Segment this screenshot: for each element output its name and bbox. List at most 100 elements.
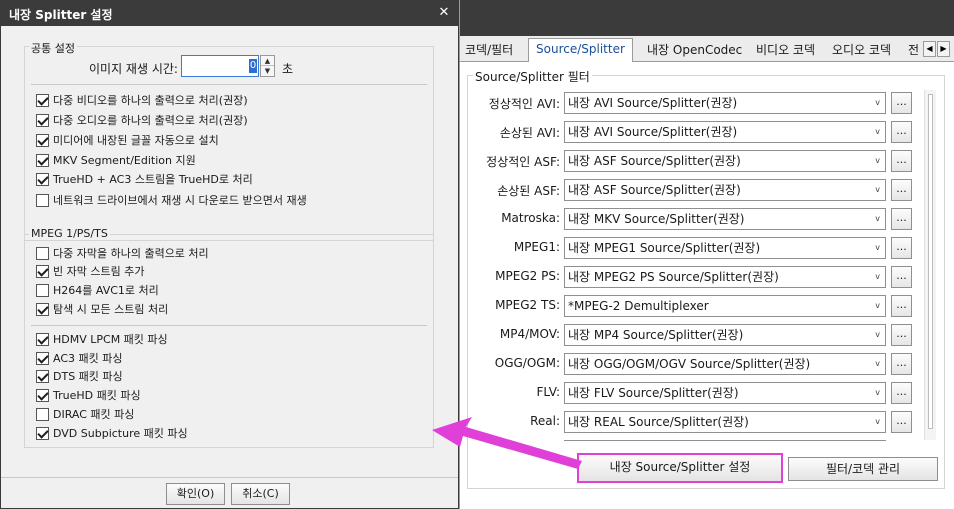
dialog-title-bar[interactable]: 내장 Splitter 설정 ✕ (1, 1, 458, 26)
more-button[interactable]: ... (891, 121, 912, 143)
annotation-arrow-icon (432, 417, 582, 469)
checkbox-truehd-parse[interactable]: TrueHD 패킷 파싱 (36, 387, 141, 403)
row-label: 정상적인 AVI: (488, 97, 560, 111)
filter-select[interactable]: 내장 OGG/OGM/OGV Source/Splitter(권장) v (564, 353, 886, 375)
more-button[interactable]: ... (891, 92, 912, 114)
spin-up-icon[interactable]: ▲ (261, 56, 274, 66)
checkbox-unchecked-icon[interactable] (36, 193, 49, 207)
vertical-scrollbar[interactable] (924, 90, 936, 440)
row-label: 정상적인 ASF: (486, 155, 560, 169)
chevron-down-icon: v (875, 417, 880, 426)
common-divider (31, 84, 427, 85)
more-button[interactable]: ... (891, 237, 912, 259)
filter-select[interactable]: 내장 AVI Source/Splitter(권장) v (564, 121, 886, 143)
checkbox-empty-subtitle[interactable]: 빈 자막 스트림 추가 (36, 263, 144, 279)
checkbox-checked-icon[interactable] (36, 351, 49, 365)
checkbox-audio-merge[interactable]: 다중 오디오를 하나의 출력으로 처리(권장) (36, 112, 248, 128)
more-button[interactable]: ... (891, 353, 912, 375)
more-button[interactable]: ... (891, 179, 912, 201)
more-button[interactable]: ... (891, 382, 912, 404)
checkbox-ac3-parse[interactable]: AC3 패킷 파싱 (36, 350, 122, 366)
chevron-down-icon: v (875, 185, 880, 194)
row-label: FLV: (536, 385, 560, 399)
checkbox-checked-icon[interactable] (36, 302, 49, 316)
dialog-footer: 확인(O) 취소(C) (1, 477, 458, 508)
checkbox-checked-icon[interactable] (36, 426, 49, 440)
more-button[interactable]: ... (891, 324, 912, 346)
checkbox-unchecked-icon[interactable] (36, 283, 49, 297)
dialog-body: 공통 설정 이미지 재생 시간: 0 ▲ ▼ 초 다중 비디오를 하나의 출력으… (1, 26, 458, 477)
tab-more[interactable]: 전 (908, 40, 919, 62)
filter-select[interactable]: 내장 ASF Source/Splitter(권장) v (564, 150, 886, 172)
tab-audio-codec[interactable]: 오디오 코덱 (832, 40, 891, 62)
scrollbar-thumb[interactable] (928, 94, 933, 429)
more-button[interactable]: ... (891, 411, 912, 433)
checkbox-truehd-ac3[interactable]: TrueHD + AC3 스트림을 TrueHD로 처리 (36, 171, 253, 187)
filter-codec-manage-button[interactable]: 필터/코덱 관리 (788, 457, 938, 481)
image-time-input[interactable]: 0 (181, 55, 259, 77)
checkbox-mkv-segment[interactable]: MKV Segment/Edition 지원 (36, 152, 196, 168)
tab-strip: 코덱/필터 Source/Splitter 내장 OpenCodec 비디오 코… (460, 36, 954, 63)
checkbox-checked-icon[interactable] (36, 332, 49, 346)
image-time-spinner[interactable]: ▲ ▼ (260, 55, 275, 77)
tab-video-codec[interactable]: 비디오 코덱 (756, 40, 815, 62)
partial-row-edge (564, 440, 886, 444)
ok-button[interactable]: 확인(O) (166, 483, 225, 505)
filter-select[interactable]: 내장 MP4 Source/Splitter(권장) v (564, 324, 886, 346)
checkbox-unchecked-icon[interactable] (36, 407, 49, 421)
checkbox-dvd-subpicture[interactable]: DVD Subpicture 패킷 파싱 (36, 425, 188, 441)
checkbox-hdmv-lpcm[interactable]: HDMV LPCM 패킷 파싱 (36, 331, 168, 347)
checkbox-install-fonts[interactable]: 미디어에 내장된 글꼴 자동으로 설치 (36, 132, 219, 148)
checkbox-checked-icon[interactable] (36, 172, 49, 186)
checkbox-subtitle-merge[interactable]: 다중 자막을 하나의 출력으로 처리 (36, 245, 209, 261)
row-label: MPEG2 PS: (495, 269, 560, 283)
checkbox-checked-icon[interactable] (36, 153, 49, 167)
checkbox-h264-avc1[interactable]: H264를 AVC1로 처리 (36, 282, 159, 298)
chevron-down-icon: v (875, 330, 880, 339)
tab-scroll-right-icon[interactable]: ▶ (937, 41, 950, 57)
checkbox-dirac-parse[interactable]: DIRAC 패킷 파싱 (36, 406, 134, 422)
chevron-down-icon: v (875, 127, 880, 136)
filter-select[interactable]: 내장 FLV Source/Splitter(권장) v (564, 382, 886, 404)
checkbox-network-download[interactable]: 네트워크 드라이브에서 재생 시 다운로드 받으면서 재생 (36, 192, 307, 208)
builtin-splitter-settings-button[interactable]: 내장 Source/Splitter 설정 (577, 453, 783, 483)
filter-select[interactable]: 내장 MPEG1 Source/Splitter(권장) v (564, 237, 886, 259)
chevron-down-icon: v (875, 388, 880, 397)
checkbox-seek-all-streams[interactable]: 탐색 시 모든 스트림 처리 (36, 301, 168, 317)
row-label: MPEG1: (513, 240, 560, 254)
checkbox-video-merge[interactable]: 다중 비디오를 하나의 출력으로 처리(권장) (36, 92, 248, 108)
checkbox-checked-icon[interactable] (36, 388, 49, 402)
row-label: OGG/OGM: (494, 356, 560, 370)
tab-source-splitter[interactable]: Source/Splitter (528, 38, 633, 63)
filter-select[interactable]: 내장 AVI Source/Splitter(권장) v (564, 92, 886, 114)
filter-select[interactable]: 내장 MKV Source/Splitter(권장) v (564, 208, 886, 230)
row-label: 손상된 ASF: (497, 184, 560, 198)
checkbox-checked-icon[interactable] (36, 93, 49, 107)
mpeg-group-label: MPEG 1/PS/TS (29, 227, 110, 240)
more-button[interactable]: ... (891, 295, 912, 317)
cancel-button[interactable]: 취소(C) (231, 483, 290, 505)
spin-down-icon[interactable]: ▼ (261, 66, 274, 76)
close-icon[interactable]: ✕ (436, 4, 452, 22)
checkbox-unchecked-icon[interactable] (36, 246, 49, 260)
filter-select[interactable]: *MPEG-2 Demultiplexer v (564, 295, 886, 317)
more-button[interactable]: ... (891, 208, 912, 230)
checkbox-checked-icon[interactable] (36, 369, 49, 383)
checkbox-checked-icon[interactable] (36, 264, 49, 278)
checkbox-checked-icon[interactable] (36, 133, 49, 147)
tab-codec-filter[interactable]: 코덱/필터 (465, 40, 513, 62)
dialog-title: 내장 Splitter 설정 (9, 8, 113, 22)
tab-scroll-left-icon[interactable]: ◀ (923, 41, 936, 57)
checkbox-dts-parse[interactable]: DTS 패킷 파싱 (36, 368, 123, 384)
image-time-value: 0 (249, 59, 257, 73)
common-settings-label: 공통 설정 (29, 40, 77, 56)
more-button[interactable]: ... (891, 266, 912, 288)
splitter-settings-dialog: 내장 Splitter 설정 ✕ 공통 설정 이미지 재생 시간: 0 ▲ ▼ … (0, 0, 459, 509)
more-button[interactable]: ... (891, 150, 912, 172)
filter-select[interactable]: 내장 ASF Source/Splitter(권장) v (564, 179, 886, 201)
filter-select[interactable]: 내장 REAL Source/Splitter(권장) v (564, 411, 886, 433)
chevron-down-icon: v (875, 214, 880, 223)
tab-builtin-opencodec[interactable]: 내장 OpenCodec (647, 40, 742, 62)
filter-select[interactable]: 내장 MPEG2 PS Source/Splitter(권장) v (564, 266, 886, 288)
checkbox-checked-icon[interactable] (36, 113, 49, 127)
